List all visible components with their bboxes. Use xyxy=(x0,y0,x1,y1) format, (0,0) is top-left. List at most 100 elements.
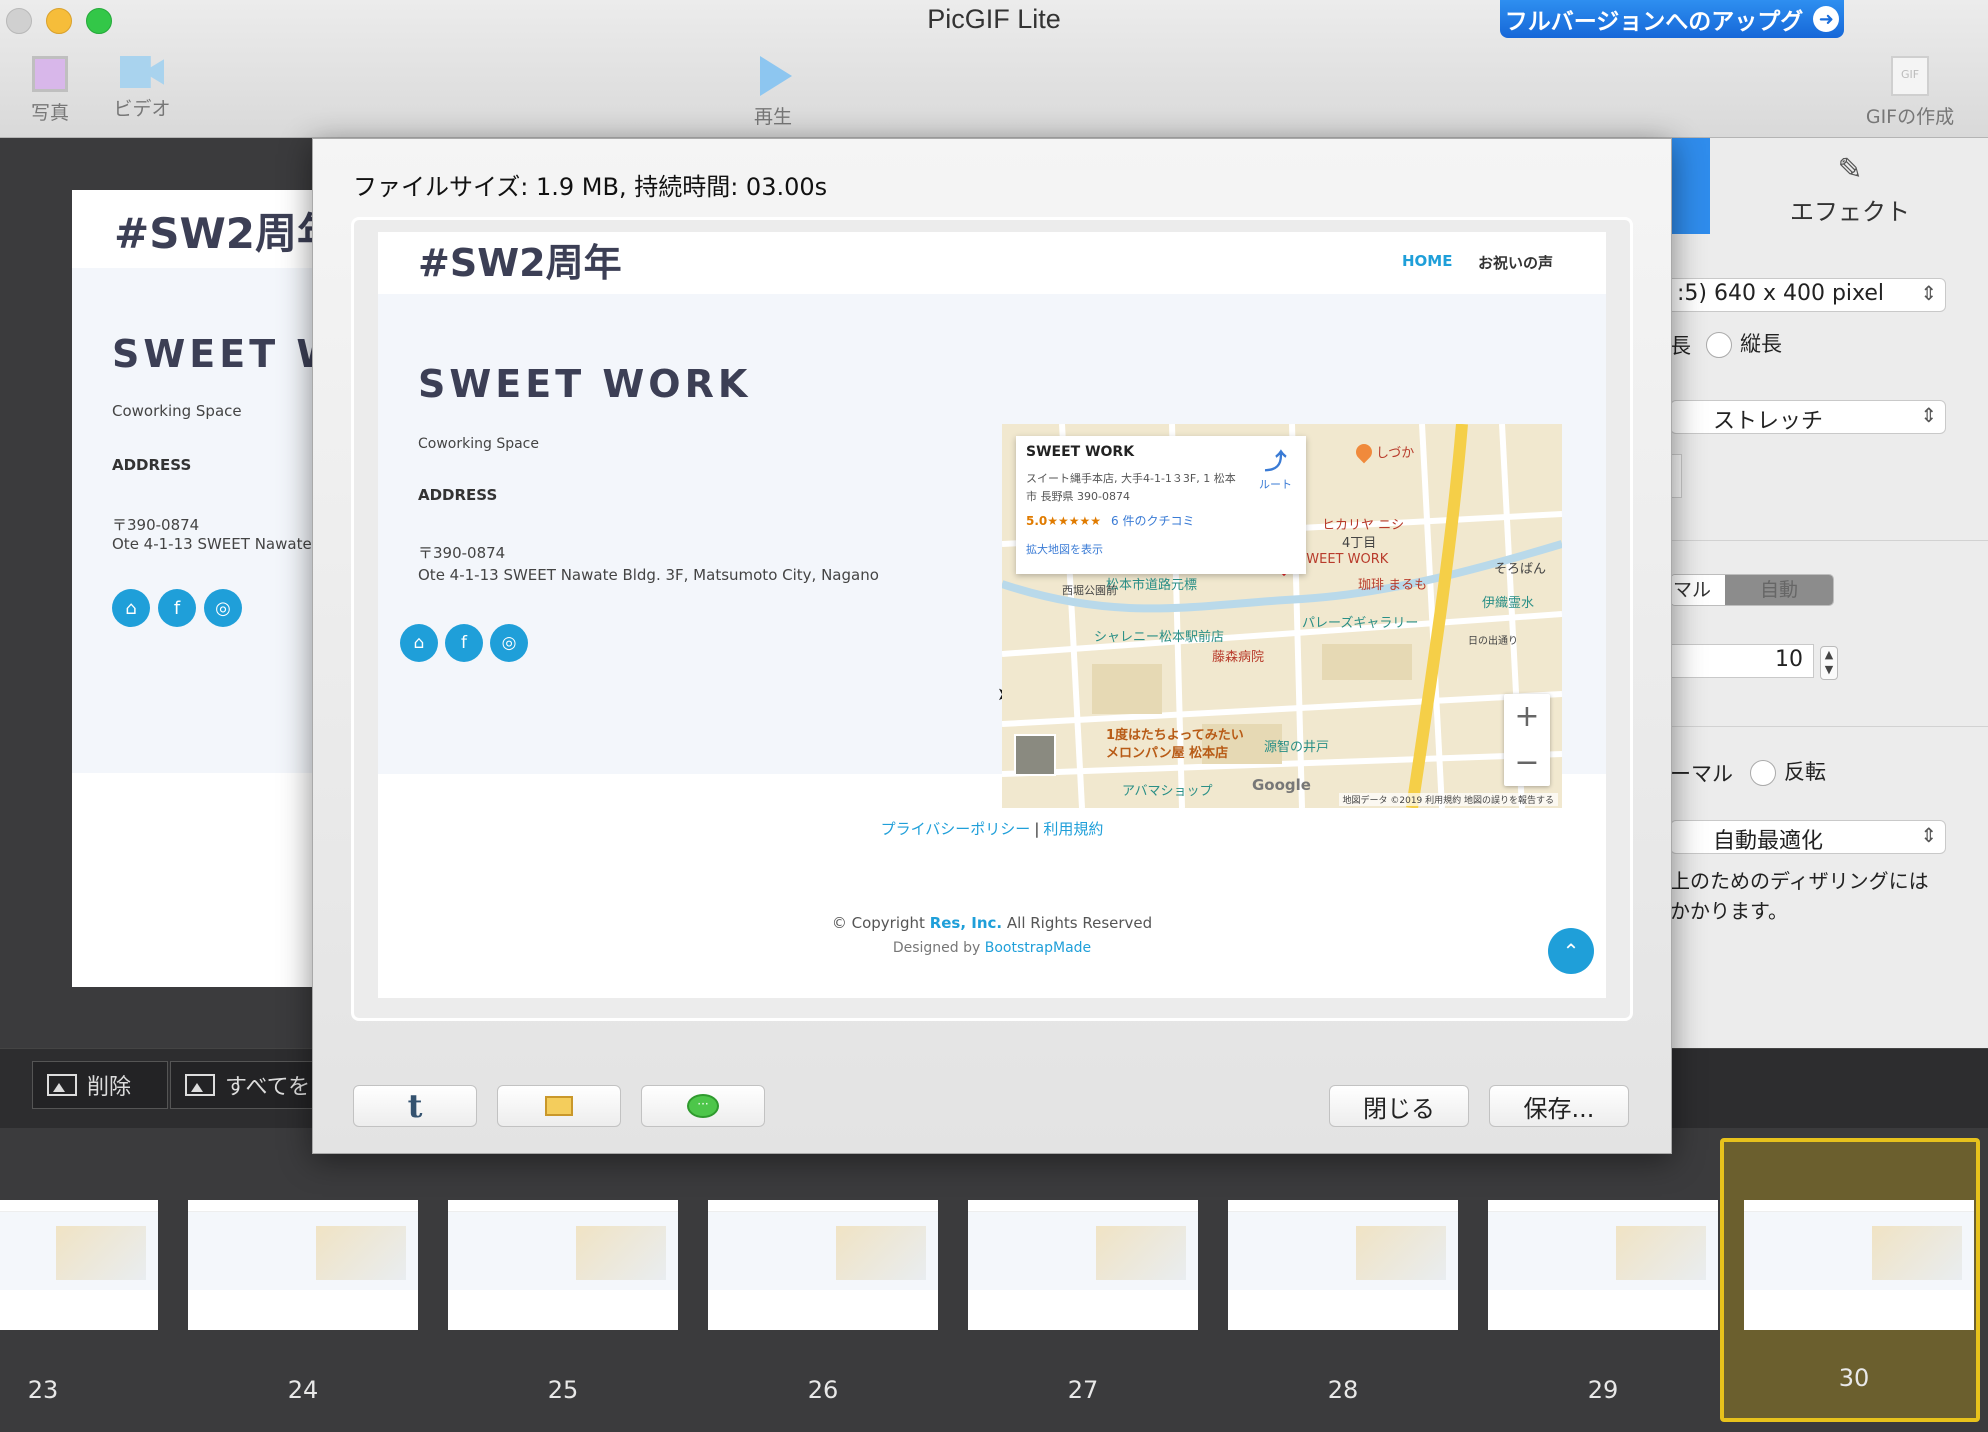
photo-tool-button[interactable]: 写真 xyxy=(24,56,76,125)
map-label: メロンパン屋 松本店 xyxy=(1106,746,1229,761)
street-view-thumbnail[interactable] xyxy=(1014,734,1056,776)
filmstrip-frame[interactable]: 30 xyxy=(1720,1138,1980,1422)
envelope-icon xyxy=(545,1096,573,1116)
share-tumblr-button[interactable]: t xyxy=(353,1085,477,1127)
segment-auto[interactable]: 自動 xyxy=(1725,575,1833,605)
share-messages-button[interactable]: ··· xyxy=(641,1085,765,1127)
frame-number: 27 xyxy=(1067,1376,1099,1404)
preview-main: SWEET WORK Coworking Space ADDRESS 〒390-… xyxy=(378,294,1606,808)
thumbnail-header xyxy=(0,1200,158,1212)
frame-number: 30 xyxy=(1838,1364,1870,1392)
dither-select[interactable]: 自動最適化 xyxy=(1670,820,1946,854)
divider xyxy=(1670,726,1988,727)
dither-note-line: かかります。 xyxy=(1670,899,1788,923)
map-zoom-controls[interactable]: + − xyxy=(1504,694,1550,786)
share-mail-button[interactable] xyxy=(497,1085,621,1127)
gif-preview: #SW2周年 HOME お祝いの声 SWEET WORK Coworking S… xyxy=(378,232,1606,998)
radio-icon xyxy=(1706,332,1732,358)
thumbnail-map xyxy=(836,1226,926,1280)
frame-thumbnail xyxy=(968,1200,1198,1330)
thumbnail-header xyxy=(188,1200,418,1212)
instagram-icon: ◎ xyxy=(204,589,242,627)
photo-icon xyxy=(32,56,68,92)
size-select[interactable]: :5) 640 x 400 pixel xyxy=(1666,278,1946,312)
map-label: 西堀公園前 xyxy=(1062,584,1117,597)
dither-note-line: 上のためのディザリングには xyxy=(1670,869,1929,893)
preview-designer: Designed by BootstrapMade xyxy=(378,940,1606,956)
preview-social-icons: ⌂ f ◎ xyxy=(400,624,528,662)
segment-normal[interactable]: マル xyxy=(1671,575,1725,605)
filmstrip-frame[interactable]: 27 xyxy=(968,1200,1198,1404)
select-all-button[interactable]: すべてを xyxy=(170,1061,320,1109)
filmstrip-frame[interactable]: 26 xyxy=(708,1200,938,1404)
fit-select[interactable]: ストレッチ xyxy=(1670,400,1946,434)
map-label: 珈琲 まるも xyxy=(1358,578,1428,593)
direction-reverse-label: 反転 xyxy=(1784,760,1826,784)
inspector-tab-selected[interactable] xyxy=(1670,138,1710,234)
make-gif-label: GIFの作成 xyxy=(1865,106,1955,128)
directions-icon: ⤴ xyxy=(1264,450,1287,475)
map-card-rating: 5.0★★★★★ 6 件のクチコミ xyxy=(1026,512,1296,529)
zoom-out-icon[interactable]: − xyxy=(1504,740,1550,786)
map-card-link[interactable]: 拡大地図を表示 xyxy=(1026,541,1296,557)
map-label: 藤森病院 xyxy=(1212,650,1265,665)
tab-effect[interactable]: ✎ エフェクト xyxy=(1770,152,1930,227)
thumbnail-header xyxy=(1228,1200,1458,1212)
thumbnail-map xyxy=(576,1226,666,1280)
preview-zip: 〒390-0874 xyxy=(418,544,506,562)
orientation-portrait-radio[interactable]: 縦長 xyxy=(1706,328,1782,358)
preview-nav-voice: お祝いの声 xyxy=(1478,254,1554,272)
filmstrip-frame[interactable]: 24 xyxy=(188,1200,418,1404)
direction-normal-label: ーマル xyxy=(1670,762,1733,786)
map-label: アバマショップ xyxy=(1122,784,1213,799)
mode-segmented-control[interactable]: マル 自動 xyxy=(1670,574,1834,606)
title-bar: PicGIF Lite フルバージョンへのアップグ ➜ 写真 ビデオ 再生 GI… xyxy=(0,0,1988,138)
frame-thumbnail xyxy=(1744,1200,1974,1330)
google-logo: Google xyxy=(1252,776,1311,794)
make-gif-button[interactable]: GIF GIFの作成 xyxy=(1860,56,1960,129)
preview-logo: #SW2周年 xyxy=(418,241,622,285)
photo-tool-label: 写真 xyxy=(30,102,69,124)
map-label: シャレニー松本駅前店 xyxy=(1094,630,1225,645)
number-field[interactable]: 10 xyxy=(1670,644,1814,678)
copyright-prefix: © Copyright xyxy=(831,914,925,932)
map-card-reviews[interactable]: 6 件のクチコミ xyxy=(1111,514,1194,528)
frame-number: 28 xyxy=(1327,1376,1359,1404)
radio-icon xyxy=(1750,760,1776,786)
video-tool-button[interactable]: ビデオ xyxy=(110,56,174,121)
map-card-stars: 5.0★★★★★ xyxy=(1026,514,1102,528)
thumbnail-header xyxy=(448,1200,678,1212)
frame-number: 29 xyxy=(1587,1376,1619,1404)
inspector-panel: ✎ エフェクト :5) 640 x 400 pixel 長 縦長 ストレッチ マ… xyxy=(1666,138,1988,1048)
frame-thumbnail xyxy=(448,1200,678,1330)
video-tool-label: ビデオ xyxy=(113,98,171,120)
preview-footer-links: プライバシーポリシー | 利用規約 xyxy=(378,818,1606,839)
play-button[interactable]: 再生 xyxy=(748,56,798,129)
preview-dialog: ファイルサイズ: 1.9 MB, 持続時間: 03.00s #SW2周年 HOM… xyxy=(312,138,1672,1154)
play-label: 再生 xyxy=(753,106,792,128)
preview-address-heading: ADDRESS xyxy=(418,486,498,504)
close-button[interactable]: 閉じる xyxy=(1329,1085,1469,1127)
map-label: パレーズギャラリー xyxy=(1302,616,1419,631)
frame-thumbnail xyxy=(1488,1200,1718,1330)
speech-bubble-icon: ··· xyxy=(687,1094,719,1118)
upgrade-button[interactable]: フルバージョンへのアップグ ➜ xyxy=(1500,0,1844,38)
preview-brand: SWEET WORK xyxy=(418,362,752,406)
zoom-in-icon[interactable]: + xyxy=(1504,694,1550,740)
map-route-label: ルート xyxy=(1259,478,1292,491)
save-button[interactable]: 保存... xyxy=(1489,1085,1629,1127)
number-stepper[interactable]: ▲ ▼ xyxy=(1820,646,1838,680)
delete-button[interactable]: 削除 xyxy=(32,1061,168,1109)
map-card-address: スイート縄手本店, 大手4-1-1３3F, 1 松本市 長野県 390-0874 xyxy=(1026,472,1236,503)
map-label: 4丁目 xyxy=(1342,536,1377,551)
select-all-label: すべてを xyxy=(225,1075,311,1100)
filmstrip-frame[interactable]: 25 xyxy=(448,1200,678,1404)
magic-wand-icon: ✎ xyxy=(1837,152,1863,187)
filmstrip-frame[interactable]: 23 xyxy=(0,1200,158,1404)
frame-thumbnail xyxy=(1228,1200,1458,1330)
direction-reverse-radio[interactable]: 反転 xyxy=(1750,756,1826,786)
filmstrip-frame[interactable]: 29 xyxy=(1488,1200,1718,1404)
filmstrip-frame[interactable]: 28 xyxy=(1228,1200,1458,1404)
map-route-button[interactable]: ⤴ ルート xyxy=(1259,444,1292,492)
link-separator: | xyxy=(1034,820,1040,838)
